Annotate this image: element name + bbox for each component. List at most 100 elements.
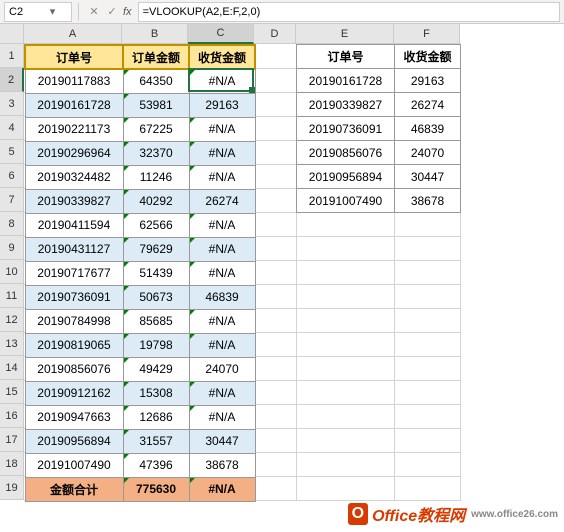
side-data-cell[interactable]: 20190339827 [297, 93, 395, 117]
main-data-cell[interactable]: 20190117883 [25, 69, 123, 93]
row-header-8[interactable]: 8 [0, 212, 24, 236]
main-data-cell[interactable]: 24070 [189, 357, 255, 381]
row-header-2[interactable]: 2 [0, 68, 24, 92]
fx-icon[interactable]: fx [123, 6, 132, 18]
main-data-cell[interactable]: #N/A [189, 213, 255, 237]
cell-F10[interactable] [394, 260, 460, 284]
column-header-E[interactable]: E [296, 24, 394, 44]
cell-D15[interactable] [254, 380, 296, 404]
cell-F11[interactable] [394, 284, 460, 308]
cell-F13[interactable] [394, 332, 460, 356]
main-data-cell[interactable]: #N/A [189, 69, 255, 93]
main-data-cell[interactable]: 50673 [123, 285, 189, 309]
side-data-cell[interactable]: 20190161728 [297, 69, 395, 93]
cell-D10[interactable] [254, 260, 296, 284]
main-data-cell[interactable]: 46839 [189, 285, 255, 309]
main-header-cell[interactable]: 收货金额 [189, 45, 255, 69]
cell-F18[interactable] [394, 452, 460, 476]
cell-F14[interactable] [394, 356, 460, 380]
row-header-17[interactable]: 17 [0, 428, 24, 452]
row-header-4[interactable]: 4 [0, 116, 24, 140]
main-data-cell[interactable]: #N/A [189, 141, 255, 165]
row-header-5[interactable]: 5 [0, 140, 24, 164]
row-header-16[interactable]: 16 [0, 404, 24, 428]
row-header-14[interactable]: 14 [0, 356, 24, 380]
cell-E11[interactable] [296, 284, 394, 308]
cell-E12[interactable] [296, 308, 394, 332]
cell-D2[interactable] [254, 68, 296, 92]
main-data-cell[interactable]: 85685 [123, 309, 189, 333]
name-box[interactable]: C2 ▾ [4, 2, 72, 22]
cell-F15[interactable] [394, 380, 460, 404]
main-data-cell[interactable]: 20190296964 [25, 141, 123, 165]
row-header-15[interactable]: 15 [0, 380, 24, 404]
cell-D5[interactable] [254, 140, 296, 164]
cell-E15[interactable] [296, 380, 394, 404]
total-cell[interactable]: #N/A [189, 477, 255, 501]
main-data-cell[interactable]: #N/A [189, 405, 255, 429]
select-all-corner[interactable] [0, 24, 24, 44]
cell-E17[interactable] [296, 428, 394, 452]
cell-F9[interactable] [394, 236, 460, 260]
main-data-cell[interactable]: 20190856076 [25, 357, 123, 381]
side-data-cell[interactable]: 20190856076 [297, 141, 395, 165]
cell-D14[interactable] [254, 356, 296, 380]
main-header-cell[interactable]: 订单金额 [123, 45, 189, 69]
main-data-cell[interactable]: 51439 [123, 261, 189, 285]
main-data-cell[interactable]: 20190912162 [25, 381, 123, 405]
cell-D17[interactable] [254, 428, 296, 452]
main-data-cell[interactable]: 20190947663 [25, 405, 123, 429]
row-header-9[interactable]: 9 [0, 236, 24, 260]
main-data-cell[interactable]: 20190324482 [25, 165, 123, 189]
formula-bar[interactable]: =VLOOKUP(A2,E:F,2,0) [138, 2, 560, 22]
cell-F19[interactable] [394, 476, 460, 500]
main-data-cell[interactable]: 20191007490 [25, 453, 123, 477]
side-data-cell[interactable]: 30447 [395, 165, 461, 189]
cell-D18[interactable] [254, 452, 296, 476]
main-data-cell[interactable]: 62566 [123, 213, 189, 237]
main-data-cell[interactable]: 20190784998 [25, 309, 123, 333]
side-data-cell[interactable]: 26274 [395, 93, 461, 117]
main-data-cell[interactable]: 53981 [123, 93, 189, 117]
main-data-cell[interactable]: 31557 [123, 429, 189, 453]
main-data-cell[interactable]: #N/A [189, 117, 255, 141]
cell-D16[interactable] [254, 404, 296, 428]
row-header-7[interactable]: 7 [0, 188, 24, 212]
cell-D11[interactable] [254, 284, 296, 308]
row-header-10[interactable]: 10 [0, 260, 24, 284]
main-data-cell[interactable]: 49429 [123, 357, 189, 381]
cell-E10[interactable] [296, 260, 394, 284]
main-header-cell[interactable]: 订单号 [25, 45, 123, 69]
column-header-F[interactable]: F [394, 24, 460, 44]
cell-E8[interactable] [296, 212, 394, 236]
main-data-cell[interactable]: 20190161728 [25, 93, 123, 117]
main-data-cell[interactable]: #N/A [189, 381, 255, 405]
main-data-cell[interactable]: 47396 [123, 453, 189, 477]
cell-D19[interactable] [254, 476, 296, 500]
main-data-cell[interactable]: 20190431127 [25, 237, 123, 261]
main-data-cell[interactable]: 38678 [189, 453, 255, 477]
row-header-12[interactable]: 12 [0, 308, 24, 332]
main-data-cell[interactable]: #N/A [189, 333, 255, 357]
row-header-11[interactable]: 11 [0, 284, 24, 308]
cell-E19[interactable] [296, 476, 394, 500]
row-header-1[interactable]: 1 [0, 44, 24, 68]
cell-E16[interactable] [296, 404, 394, 428]
side-data-cell[interactable]: 29163 [395, 69, 461, 93]
main-data-cell[interactable]: 64350 [123, 69, 189, 93]
side-data-cell[interactable]: 20191007490 [297, 189, 395, 213]
row-header-18[interactable]: 18 [0, 452, 24, 476]
column-header-D[interactable]: D [254, 24, 296, 44]
main-data-cell[interactable]: 15308 [123, 381, 189, 405]
main-data-cell[interactable]: 20190411594 [25, 213, 123, 237]
row-header-3[interactable]: 3 [0, 92, 24, 116]
main-data-cell[interactable]: 40292 [123, 189, 189, 213]
cancel-icon[interactable]: ✕ [85, 3, 103, 21]
cell-F16[interactable] [394, 404, 460, 428]
main-data-cell[interactable]: 30447 [189, 429, 255, 453]
cell-F8[interactable] [394, 212, 460, 236]
cell-D6[interactable] [254, 164, 296, 188]
side-data-cell[interactable]: 24070 [395, 141, 461, 165]
cell-D8[interactable] [254, 212, 296, 236]
cell-E14[interactable] [296, 356, 394, 380]
